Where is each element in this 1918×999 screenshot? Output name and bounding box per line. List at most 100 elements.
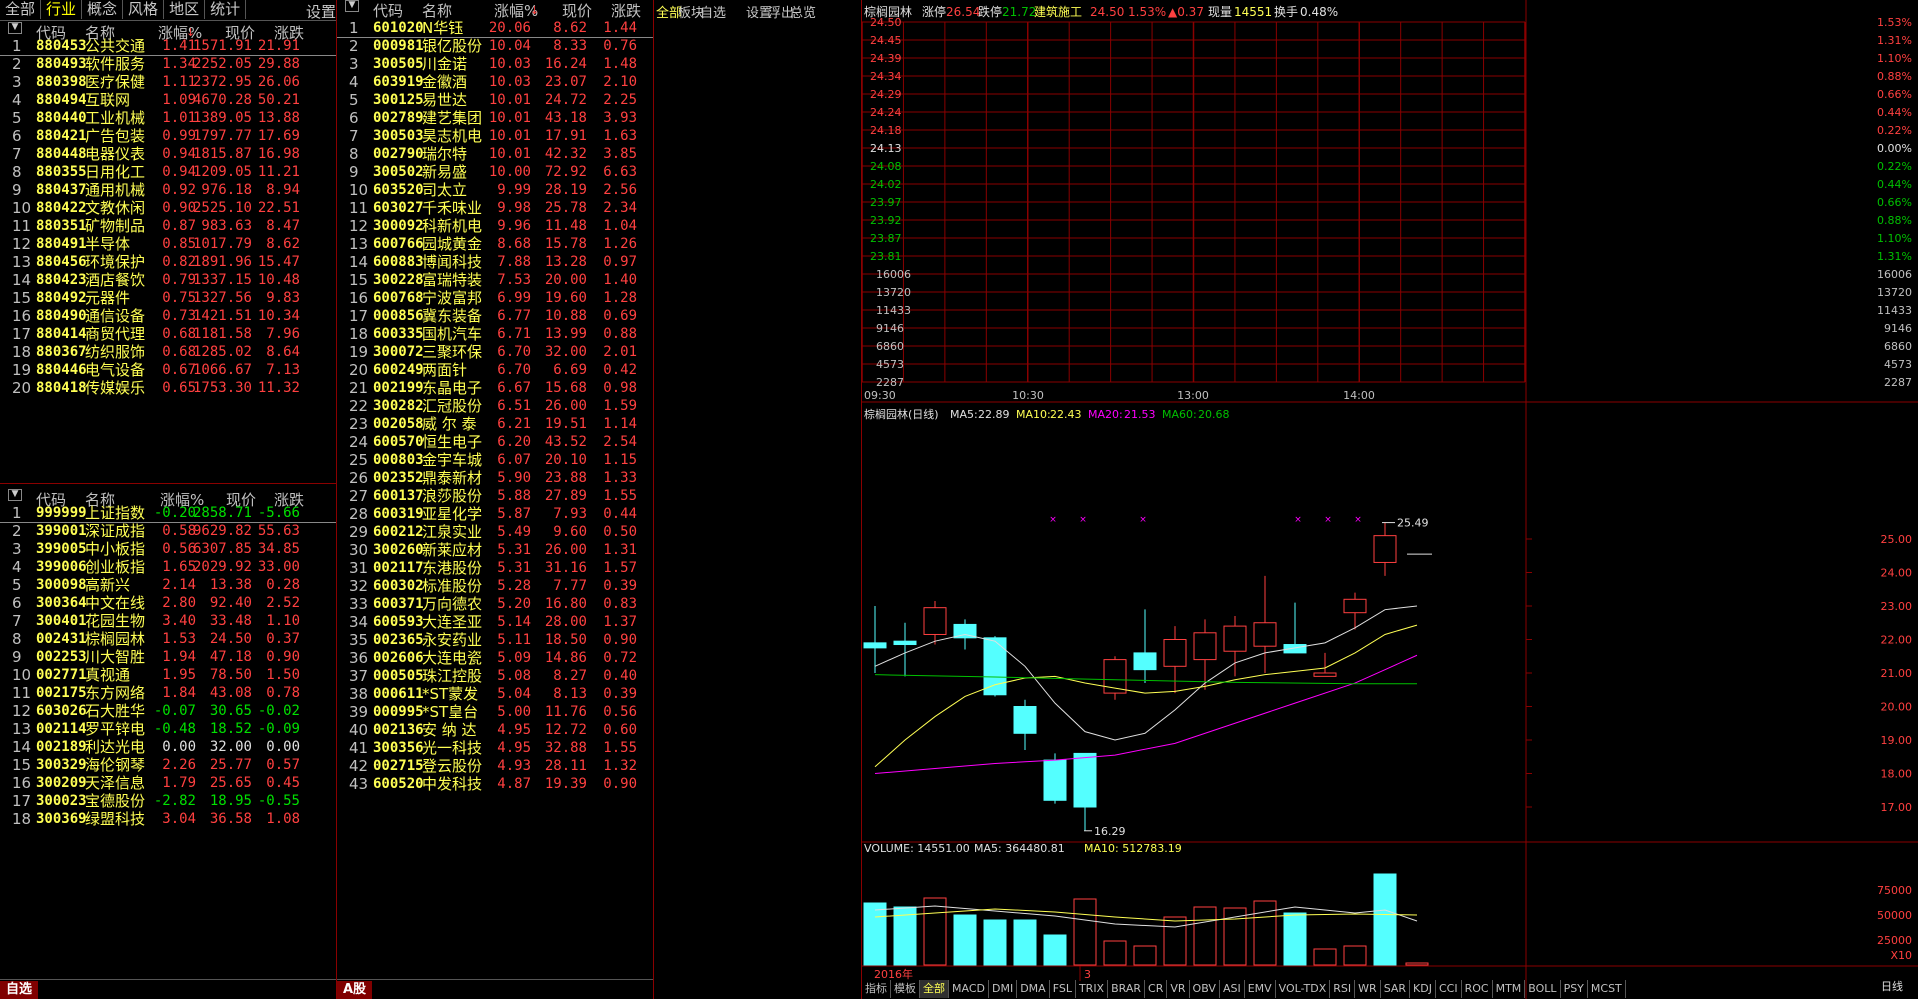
table-row[interactable]: 18 600335 国机汽车 6.71 13.99 0.88 bbox=[337, 325, 653, 343]
table-row[interactable]: 20 880418 传媒娱乐 0.65 1753.30 11.32 bbox=[0, 379, 336, 397]
indicator-tab-6[interactable]: FSL bbox=[1050, 980, 1076, 998]
indicator-tab-17[interactable]: SAR bbox=[1381, 980, 1411, 998]
table-row[interactable]: 15 300329 海伦钢琴 2.26 25.77 0.57 bbox=[0, 756, 336, 774]
table-row[interactable]: 42 002715 登云股份 4.93 28.11 1.32 bbox=[337, 757, 653, 775]
table-row[interactable]: 39 000995 *ST皇台 5.00 11.76 0.56 bbox=[337, 703, 653, 721]
table-row[interactable]: 2 880493 软件服务 1.34 2252.05 29.88 bbox=[0, 55, 336, 73]
table-row[interactable]: 22 300282 汇冠股份 6.51 26.00 1.59 bbox=[337, 397, 653, 415]
table-row[interactable]: 13 880456 环境保护 0.82 1891.96 15.47 bbox=[0, 253, 336, 271]
table-row[interactable]: 13 600766 园城黄金 8.68 15.78 1.26 bbox=[337, 235, 653, 253]
indicator-tab-0[interactable]: 指标 bbox=[862, 980, 891, 998]
table-row[interactable]: 19 880446 电气设备 0.67 1066.67 7.13 bbox=[0, 361, 336, 379]
indicator-tab-22[interactable]: BOLL bbox=[1525, 980, 1561, 998]
indicator-tab-7[interactable]: TRIX bbox=[1076, 980, 1109, 998]
table-row[interactable]: 4 880494 互联网 1.09 4670.28 50.21 bbox=[0, 91, 336, 109]
table-row[interactable]: 14 880423 酒店餐饮 0.79 1337.15 10.48 bbox=[0, 271, 336, 289]
table-row[interactable]: 12 603026 石大胜华 -0.07 30.65 -0.02 bbox=[0, 702, 336, 720]
table-row[interactable]: 10 880422 文教休闲 0.90 2525.10 22.51 bbox=[0, 199, 336, 217]
table-row[interactable]: 7 880448 电器仪表 0.94 1815.87 16.98 bbox=[0, 145, 336, 163]
indicator-tab-23[interactable]: PSY bbox=[1561, 980, 1588, 998]
news-menu-item-5[interactable]: 总览 bbox=[790, 2, 816, 21]
table-row[interactable]: 27 600137 浪莎股份 5.88 27.89 1.55 bbox=[337, 487, 653, 505]
table-row[interactable]: 34 600593 大连圣亚 5.14 28.00 1.37 bbox=[337, 613, 653, 631]
settings-link[interactable]: 设置 bbox=[306, 1, 336, 22]
table-row[interactable]: 33 600371 万向德农 5.20 16.80 0.83 bbox=[337, 595, 653, 613]
indicator-tab-18[interactable]: KDJ bbox=[1410, 980, 1436, 998]
table-row[interactable]: 14 600883 博闻科技 7.88 13.28 0.97 bbox=[337, 253, 653, 271]
table-row[interactable]: 5 300125 易世达 10.01 24.72 2.25 bbox=[337, 91, 653, 109]
tab-0[interactable]: 全部 bbox=[0, 0, 42, 19]
indicator-tab-5[interactable]: DMA bbox=[1017, 980, 1050, 998]
tab-a-shares[interactable]: A股 bbox=[337, 981, 373, 999]
tab-3[interactable]: 风格 bbox=[123, 0, 165, 19]
indicator-tab-13[interactable]: EMV bbox=[1245, 980, 1276, 998]
table-row[interactable]: 16 880490 通信设备 0.73 1421.51 10.34 bbox=[0, 307, 336, 325]
table-row[interactable]: 24 600570 恒生电子 6.20 43.52 2.54 bbox=[337, 433, 653, 451]
table-row[interactable]: 32 600302 标准股份 5.28 7.77 0.39 bbox=[337, 577, 653, 595]
table-row[interactable]: 2 399001 深证成指 0.58 9629.82 55.63 bbox=[0, 522, 336, 540]
table-row[interactable]: 6 880421 广告包装 0.99 1797.77 17.69 bbox=[0, 127, 336, 145]
table-row[interactable]: 16 300209 天泽信息 1.79 25.65 0.45 bbox=[0, 774, 336, 792]
tab-1[interactable]: 行业 bbox=[41, 0, 83, 19]
table-row[interactable]: 41 300356 光一科技 4.95 32.88 1.55 bbox=[337, 739, 653, 757]
table-row[interactable]: 23 002058 威 尔 泰 6.21 19.51 1.14 bbox=[337, 415, 653, 433]
table-row[interactable]: 10 603520 司太立 9.99 28.19 2.56 bbox=[337, 181, 653, 199]
table-row[interactable]: 1 999999 上证指数 -0.20 2858.71 -5.66 bbox=[0, 504, 336, 523]
table-row[interactable]: 12 880491 半导体 0.85 1017.79 8.62 bbox=[0, 235, 336, 253]
indicator-tab-12[interactable]: ASI bbox=[1220, 980, 1245, 998]
table-row[interactable]: 9 300502 新易盛 10.00 72.92 6.63 bbox=[337, 163, 653, 181]
tab-4[interactable]: 地区 bbox=[164, 0, 206, 19]
tab-5[interactable]: 统计 bbox=[205, 0, 247, 19]
table-row[interactable]: 19 300072 三聚环保 6.70 32.00 2.01 bbox=[337, 343, 653, 361]
table-row[interactable]: 2 000981 银亿股份 10.04 8.33 0.76 bbox=[337, 37, 653, 55]
table-row[interactable]: 6 300364 中文在线 2.80 92.40 2.52 bbox=[0, 594, 336, 612]
table-row[interactable]: 3 399005 中小板指 0.56 6307.85 34.85 bbox=[0, 540, 336, 558]
indicator-tab-10[interactable]: VR bbox=[1167, 980, 1190, 998]
table-row[interactable]: 4 399006 创业板指 1.65 2029.92 33.00 bbox=[0, 558, 336, 576]
table-row[interactable]: 4 603919 金徽酒 10.03 23.07 2.10 bbox=[337, 73, 653, 91]
indicator-tab-2[interactable]: 全部 bbox=[920, 980, 949, 998]
table-row[interactable]: 15 880492 元器件 0.75 1327.56 9.83 bbox=[0, 289, 336, 307]
table-row[interactable]: 29 600212 江泉实业 5.49 9.60 0.50 bbox=[337, 523, 653, 541]
table-row[interactable]: 18 300369 绿盟科技 3.04 36.58 1.08 bbox=[0, 810, 336, 828]
table-row[interactable]: 7 300401 花园生物 3.40 33.48 1.10 bbox=[0, 612, 336, 630]
indicator-tab-8[interactable]: BRAR bbox=[1108, 980, 1146, 998]
table-row[interactable]: 20 600249 两面针 6.70 6.69 0.42 bbox=[337, 361, 653, 379]
indicator-tab-21[interactable]: MTM bbox=[1493, 980, 1526, 998]
table-row[interactable]: 40 002136 安 纳 达 4.95 12.72 0.60 bbox=[337, 721, 653, 739]
table-row[interactable]: 18 880367 纺织服饰 0.68 1285.02 8.64 bbox=[0, 343, 336, 361]
table-row[interactable]: 36 002606 大连电瓷 5.09 14.86 0.72 bbox=[337, 649, 653, 667]
table-row[interactable]: 3 880398 医疗保健 1.11 2372.95 26.06 bbox=[0, 73, 336, 91]
table-row[interactable]: 26 002352 鼎泰新材 5.90 23.88 1.33 bbox=[337, 469, 653, 487]
tab-watchlist[interactable]: 自选 bbox=[0, 981, 39, 999]
table-row[interactable]: 7 300503 昊志机电 10.01 17.91 1.63 bbox=[337, 127, 653, 145]
indicator-tab-3[interactable]: MACD bbox=[949, 980, 989, 998]
table-row[interactable]: 3 300505 川金诺 10.03 16.24 1.48 bbox=[337, 55, 653, 73]
table-row[interactable]: 15 300228 富瑞特装 7.53 20.00 1.40 bbox=[337, 271, 653, 289]
table-row[interactable]: 9 880437 通用机械 0.92 976.18 8.94 bbox=[0, 181, 336, 199]
table-row[interactable]: 1 601020 N华钰 20.06 8.62 1.44 bbox=[337, 19, 653, 38]
table-row[interactable]: 35 002365 永安药业 5.11 18.50 0.90 bbox=[337, 631, 653, 649]
table-row[interactable]: 8 002790 瑞尔特 10.01 42.32 3.85 bbox=[337, 145, 653, 163]
table-row[interactable]: 25 000803 金宇车城 6.07 20.10 1.15 bbox=[337, 451, 653, 469]
indicator-tab-11[interactable]: OBV bbox=[1190, 980, 1220, 998]
tab-2[interactable]: 概念 bbox=[82, 0, 124, 19]
indicator-tab-20[interactable]: ROC bbox=[1462, 980, 1493, 998]
table-row[interactable]: 17 300023 宝德股份 -2.82 18.95 -0.55 bbox=[0, 792, 336, 810]
indicator-tab-1[interactable]: 模板 bbox=[891, 980, 920, 998]
table-row[interactable]: 31 002117 东港股份 5.31 31.16 1.57 bbox=[337, 559, 653, 577]
table-row[interactable]: 37 000505 珠江控股 5.08 8.27 0.40 bbox=[337, 667, 653, 685]
table-row[interactable]: 17 000856 冀东装备 6.77 10.88 0.69 bbox=[337, 307, 653, 325]
indicator-tab-15[interactable]: RSI bbox=[1330, 980, 1356, 998]
table-row[interactable]: 10 002771 真视通 1.95 78.50 1.50 bbox=[0, 666, 336, 684]
table-row[interactable]: 11 880351 矿物制品 0.87 983.63 8.47 bbox=[0, 217, 336, 235]
table-row[interactable]: 30 300260 新莱应材 5.31 26.00 1.31 bbox=[337, 541, 653, 559]
indicator-tab-4[interactable]: DMI bbox=[989, 980, 1018, 998]
table-row[interactable]: 1 880453 公共交通 1.41 1571.91 21.91 bbox=[0, 37, 336, 56]
indicator-tab-19[interactable]: CCI bbox=[1436, 980, 1462, 998]
table-row[interactable]: 21 002199 东晶电子 6.67 15.68 0.98 bbox=[337, 379, 653, 397]
table-row[interactable]: 8 002431 棕榈园林 1.53 24.50 0.37 bbox=[0, 630, 336, 648]
table-row[interactable]: 43 600520 中发科技 4.87 19.39 0.90 bbox=[337, 775, 653, 793]
news-menu-item-2[interactable]: 自选 bbox=[700, 2, 726, 21]
table-row[interactable]: 6 002789 建艺集团 10.01 43.18 3.93 bbox=[337, 109, 653, 127]
